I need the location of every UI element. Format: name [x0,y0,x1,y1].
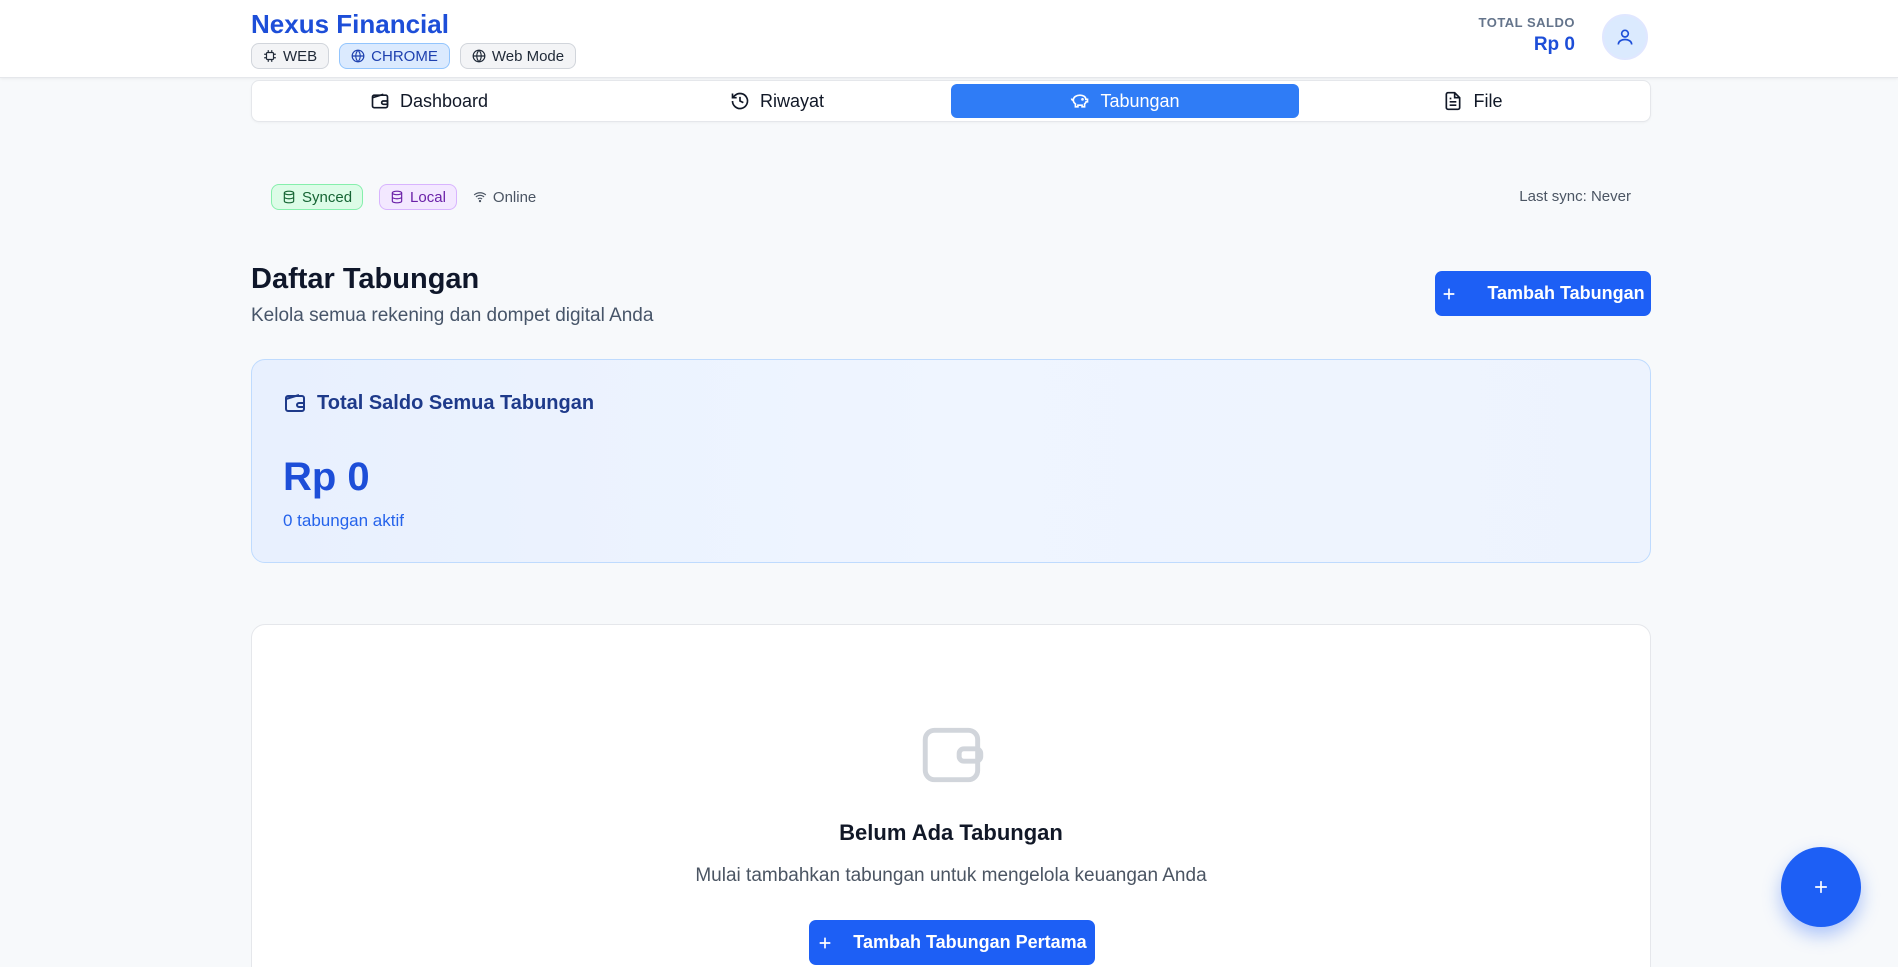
tab-riwayat[interactable]: Riwayat [603,84,951,118]
tab-dashboard-label: Dashboard [399,90,489,111]
user-icon [1617,29,1633,45]
tab-file-label: File [1473,90,1503,111]
database-icon [283,190,295,204]
online-status: Online [473,189,536,206]
file-text-icon [1445,91,1461,111]
local-badge: Local [379,184,457,210]
total-card-title: Total Saldo Semua Tabungan [317,391,595,414]
total-saldo-value: Rp 0 [1533,34,1575,55]
local-label: Local [410,188,446,206]
empty-state-title: Belum Ada Tabungan [839,820,1063,845]
total-card-header: Total Saldo Semua Tabungan [283,391,594,415]
floating-add-button[interactable] [1781,847,1861,927]
synced-label: Synced [302,188,353,206]
tab-tabungan[interactable]: Tabungan [951,84,1299,118]
add-tabungan-button[interactable]: Tambah Tabungan [1435,271,1651,316]
total-card-amount: Rp 0 [283,455,370,499]
pill-chrome: CHROME [339,43,450,69]
total-card-count: 0 tabungan aktif [283,511,404,530]
total-saldo-label: TOTAL SALDO [1478,15,1575,30]
total-balance-card: Total Saldo Semua Tabungan Rp 0 0 tabung… [251,359,1651,563]
wifi-icon [473,192,487,203]
add-first-tabungan-button[interactable]: Tambah Tabungan Pertama [809,920,1095,965]
wallet-icon [371,93,389,109]
history-icon [731,92,749,110]
add-tabungan-label: Tambah Tabungan [1487,283,1645,303]
synced-badge: Synced [271,184,364,210]
cpu-icon [264,50,276,62]
globe-icon [351,49,365,63]
piggy-bank-icon [1071,94,1089,108]
wallet-icon [922,727,984,783]
pill-web-label: WEB [283,47,318,65]
page-title: Daftar Tabungan [251,263,480,295]
sync-status-row: Synced Local Online [271,184,536,210]
pill-chrome-label: CHROME [371,47,438,65]
platform-pills: WEB CHROME Web Mode [251,43,577,69]
pill-web: WEB [251,43,330,69]
tab-tabungan-label: Tabungan [1100,90,1180,111]
globe-icon [472,49,486,63]
header-total-saldo: TOTAL SALDO Rp 0 [1479,15,1576,56]
brand-title[interactable]: Nexus Financial [251,9,449,40]
empty-state-card: Belum Ada Tabungan Mulai tambahkan tabun… [251,624,1651,967]
plus-icon [819,937,831,948]
database-icon [391,190,403,204]
plus-icon [1815,881,1827,893]
tab-file[interactable]: File [1299,84,1647,118]
app-header: Nexus Financial WEB CHROME Web Mode TOTA… [0,0,1898,78]
pill-web-mode-label: Web Mode [491,47,565,65]
main-tabs: Dashboard Riwayat Tabungan File [251,80,1651,122]
last-sync-text: Last sync: Never [1519,188,1631,205]
empty-state-description: Mulai tambahkan tabungan untuk mengelola… [695,865,1207,886]
tab-dashboard[interactable]: Dashboard [255,84,603,118]
add-first-tabungan-label: Tambah Tabungan Pertama [853,932,1087,952]
user-avatar-button[interactable] [1602,14,1648,60]
online-label: Online [492,188,537,206]
pill-web-mode: Web Mode [459,43,577,69]
plus-icon [1443,288,1455,299]
tab-riwayat-label: Riwayat [759,90,825,111]
wallet-icon [285,394,305,412]
page-subtitle: Kelola semua rekening dan dompet digital… [251,305,654,326]
